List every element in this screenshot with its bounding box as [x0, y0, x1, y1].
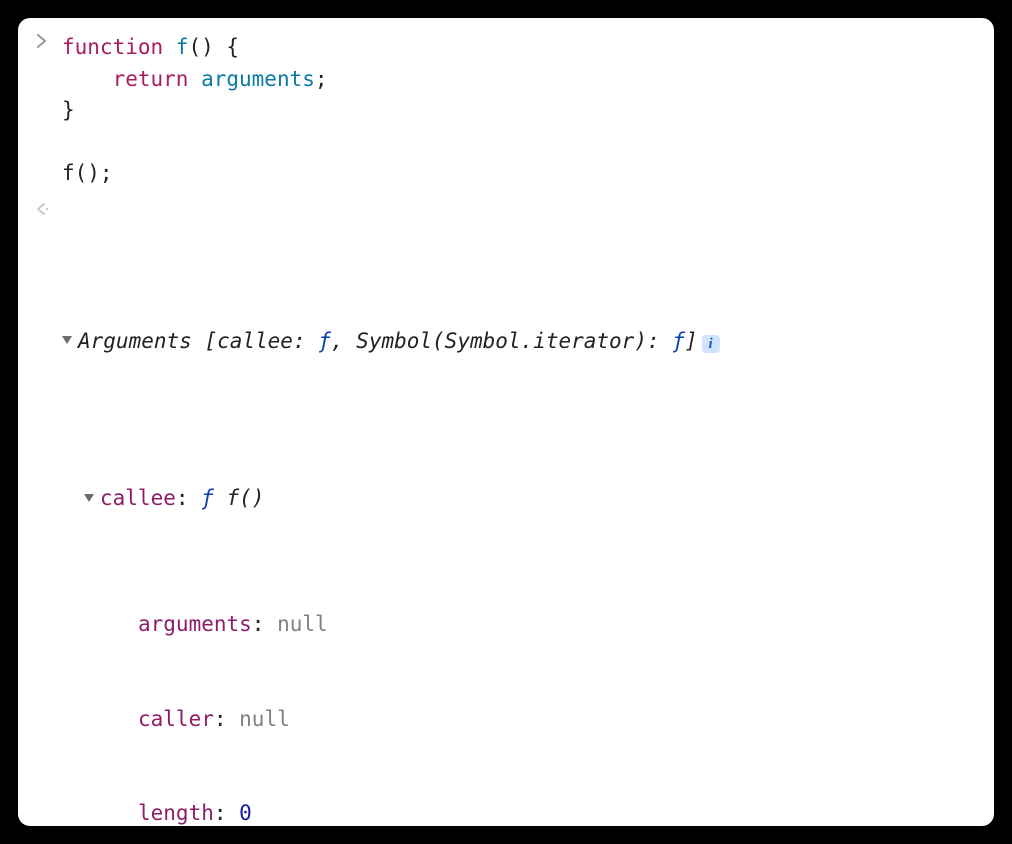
property-arguments[interactable]: arguments: null [62, 609, 976, 641]
console-input-code[interactable]: function f() { return arguments; } f(); [62, 32, 976, 190]
property-key: caller [138, 704, 214, 736]
input-prompt-icon [36, 32, 62, 66]
keyword-return: return [113, 67, 189, 91]
property-key: callee [100, 483, 176, 515]
call-expression: f(); [62, 161, 113, 185]
property-callee[interactable]: callee: ƒ f() [62, 483, 976, 515]
function-name: f [176, 35, 189, 59]
expand-toggle-icon[interactable] [62, 336, 72, 344]
console-output-row: Arguments [callee: ƒ, Symbol(Symbol.iter… [36, 200, 976, 827]
property-value: null [239, 704, 290, 736]
result-header[interactable]: Arguments [callee: ƒ, Symbol(Symbol.iter… [62, 326, 976, 358]
identifier-arguments: arguments [201, 67, 315, 91]
property-key: length [138, 798, 214, 826]
property-key: arguments [138, 609, 252, 641]
property-caller[interactable]: caller: null [62, 704, 976, 736]
console-panel: function f() { return arguments; } f(); … [18, 18, 994, 826]
property-value: null [277, 609, 328, 641]
keyword-function: function [62, 35, 163, 59]
expand-toggle-icon[interactable] [84, 494, 94, 502]
console-input-row: function f() { return arguments; } f(); [36, 32, 976, 190]
output-prompt-icon [36, 200, 62, 234]
info-icon[interactable]: i [702, 335, 720, 353]
object-type-label: Arguments [78, 326, 192, 358]
console-output-tree: Arguments [callee: ƒ, Symbol(Symbol.iter… [62, 200, 976, 827]
property-length[interactable]: length: 0 [62, 798, 976, 826]
property-value: 0 [239, 798, 252, 826]
